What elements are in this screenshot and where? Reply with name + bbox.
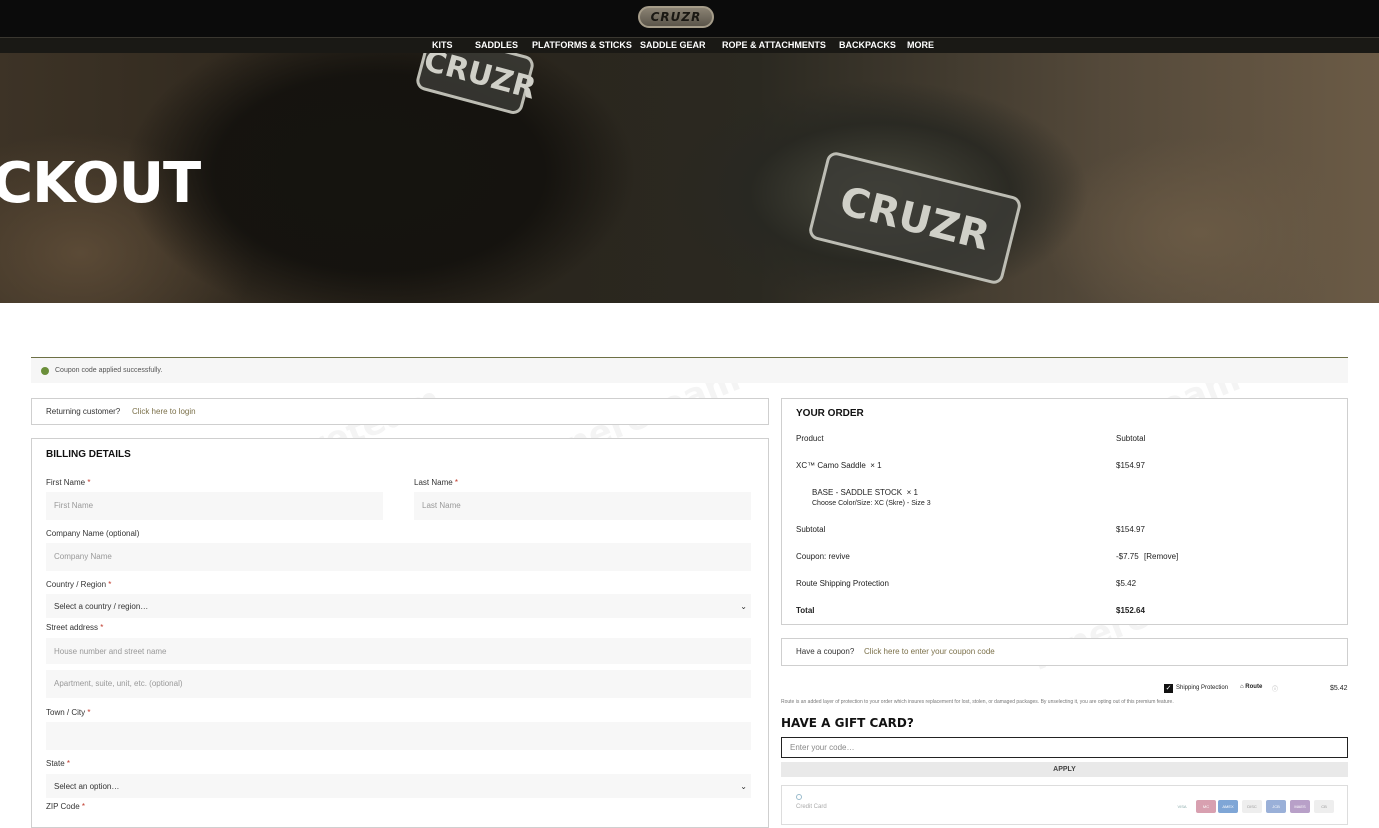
shipping-label: Route Shipping Protection: [796, 579, 889, 588]
billing-heading: BILLING DETAILS: [46, 449, 131, 460]
subtotal-value: $154.97: [1116, 525, 1145, 534]
route-price: $5.42: [1330, 685, 1348, 692]
first-name-label: First Name *: [46, 478, 91, 487]
coupon-label: Coupon: revive: [796, 552, 850, 561]
visa-icon: VISA: [1172, 800, 1192, 813]
company-label: Company Name (optional): [46, 529, 140, 538]
returning-text: Returning customer?: [46, 407, 121, 416]
apartment-input[interactable]: Apartment, suite, unit, etc. (optional): [46, 670, 751, 698]
sub-item-option: Choose Color/Size: XC (Skre) - Size 3: [812, 500, 931, 507]
mastercard-icon: MC: [1196, 800, 1216, 813]
street-input[interactable]: House number and street name: [46, 638, 751, 664]
city-input[interactable]: [46, 722, 751, 750]
state-select[interactable]: Select an option… ⌄: [46, 774, 751, 798]
login-link[interactable]: Click here to login: [132, 407, 196, 416]
brand-logo[interactable]: CRUZR: [638, 6, 714, 28]
col-product: Product: [796, 434, 824, 443]
order-heading: YOUR ORDER: [796, 408, 864, 419]
total-value: $152.64: [1116, 606, 1145, 615]
hero-banner: CRUZR CRUZR CKOUT: [0, 53, 1379, 303]
country-label: Country / Region *: [46, 580, 112, 589]
page-title: CKOUT: [0, 151, 201, 216]
amex-icon: AMEX: [1218, 800, 1238, 813]
nav-rope-attachments[interactable]: ROPE & ATTACHMENTS: [722, 40, 826, 50]
payment-box: Credit Card: [781, 785, 1348, 825]
top-bar: CRUZR: [0, 0, 1379, 37]
notice-text: Coupon code applied successfully.: [55, 367, 163, 374]
main-nav: KITS SADDLES PLATFORMS & STICKS SADDLE G…: [0, 37, 1379, 53]
col-subtotal: Subtotal: [1116, 434, 1146, 443]
subtotal-label: Subtotal: [796, 525, 826, 534]
country-select[interactable]: Select a country / region… ⌄: [46, 594, 751, 618]
gift-card-title: HAVE A GIFT CARD?: [781, 716, 914, 730]
returning-customer-box: Returning customer? Click here to login: [31, 398, 769, 425]
route-brand: ⌂ Route: [1240, 684, 1263, 690]
coupon-notice: Coupon code applied successfully.: [31, 357, 1348, 383]
last-name-input[interactable]: Last Name: [414, 492, 751, 520]
apply-gift-card-button[interactable]: APPLY: [781, 762, 1348, 777]
nav-saddles[interactable]: SADDLES: [475, 40, 518, 50]
city-label: Town / City *: [46, 708, 91, 717]
credit-card-label: Credit Card: [796, 804, 827, 810]
last-name-label: Last Name *: [414, 478, 459, 487]
sub-item-name: BASE - SADDLE STOCK × 1: [812, 488, 918, 497]
hero-badge-main: CRUZR: [807, 150, 1023, 286]
nav-saddle-gear[interactable]: SADDLE GEAR: [640, 40, 706, 50]
nav-backpacks[interactable]: BACKPACKS: [839, 40, 896, 50]
check-circle-icon: [41, 367, 49, 375]
shipping-protection-checkbox[interactable]: ✓: [1164, 684, 1173, 693]
route-disclaimer: Route is an added layer of protection to…: [781, 699, 1174, 705]
coupon-value: -$7.75: [1116, 552, 1139, 561]
info-icon[interactable]: ⓘ: [1272, 684, 1278, 693]
gift-card-input[interactable]: Enter your code…: [781, 737, 1348, 758]
order-item-price: $154.97: [1116, 461, 1145, 470]
nav-platforms-sticks[interactable]: PLATFORMS & STICKS: [532, 40, 632, 50]
hero-badge-top: CRUZR: [414, 53, 540, 117]
coupon-prompt: Have a coupon?: [796, 647, 855, 656]
state-label: State *: [46, 759, 71, 768]
cartes-bancaires-icon: CB: [1314, 800, 1334, 813]
state-value: Select an option…: [54, 782, 120, 791]
country-value: Select a country / region…: [54, 602, 149, 611]
chevron-down-icon: ⌄: [740, 602, 747, 611]
street-label: Street address *: [46, 623, 104, 632]
nav-more[interactable]: MORE: [907, 40, 934, 50]
company-input[interactable]: Company Name: [46, 543, 751, 571]
nav-kits[interactable]: KITS: [432, 40, 453, 50]
shipping-value: $5.42: [1116, 579, 1137, 588]
coupon-box: Have a coupon? Click here to enter your …: [781, 638, 1348, 666]
payment-radio[interactable]: [796, 794, 802, 800]
coupon-link[interactable]: Click here to enter your coupon code: [864, 647, 995, 656]
order-summary-box: YOUR ORDER: [781, 398, 1348, 625]
order-item-name: XC™ Camo Saddle × 1: [796, 461, 882, 470]
shipping-protection-label: Shipping Protection: [1176, 685, 1229, 691]
zip-label: ZIP Code *: [46, 802, 86, 811]
chevron-down-icon: ⌄: [740, 782, 747, 791]
jcb-icon: JCB: [1266, 800, 1286, 813]
maestro-icon: MAES: [1290, 800, 1310, 813]
first-name-input[interactable]: First Name: [46, 492, 383, 520]
total-label: Total: [796, 606, 815, 615]
discover-icon: DISC: [1242, 800, 1262, 813]
coupon-remove-link[interactable]: [Remove]: [1144, 552, 1178, 561]
